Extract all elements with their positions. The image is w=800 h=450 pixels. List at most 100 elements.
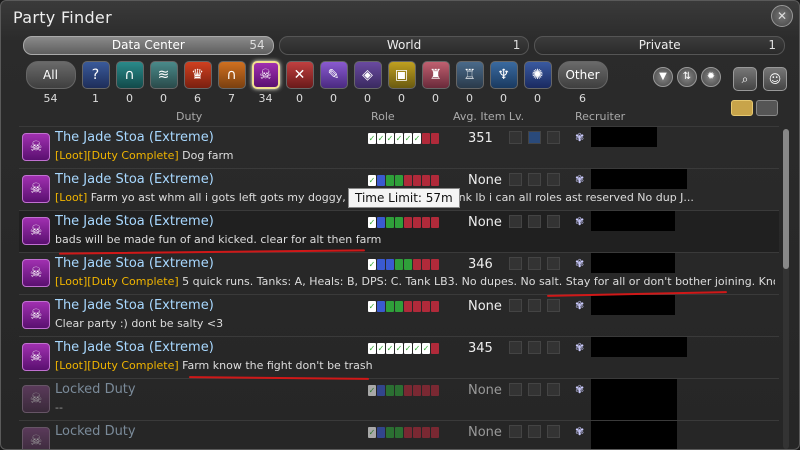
- tab-world[interactable]: World 1: [278, 36, 530, 55]
- tab-private[interactable]: Private 1: [534, 36, 786, 55]
- column-headers: Duty Role Avg. Item Lv. Recruiter: [1, 110, 799, 124]
- listing-row[interactable]: ☠ The Jade Stoa (Extreme) [Loot][Duty Co…: [19, 252, 779, 294]
- role-slot-filled: ✓: [386, 343, 394, 354]
- status-box: [509, 257, 522, 270]
- role-slot-healer: [395, 385, 403, 396]
- role-slot-dps: [404, 175, 412, 186]
- category-count: 6: [194, 92, 201, 105]
- redacted-recruiter: [591, 253, 675, 273]
- category-raids[interactable]: ♛ 6: [181, 61, 214, 105]
- status-box: [509, 173, 522, 186]
- category-guildhests[interactable]: ≋ 0: [147, 61, 180, 105]
- category-count: 0: [500, 92, 507, 105]
- role-slot-filled: ✓: [368, 343, 376, 354]
- trial-icon: ☠: [22, 217, 50, 245]
- status-box: [509, 341, 522, 354]
- role-slot-filled: ✓: [368, 133, 376, 144]
- gem-icon: ◈: [353, 61, 382, 89]
- world-flag-icon: ✾: [575, 341, 585, 354]
- crossed-swords-icon: ✕: [285, 61, 314, 89]
- category-pvp[interactable]: ✕ 0: [283, 61, 316, 105]
- category-dungeons[interactable]: ∩ 0: [113, 61, 146, 105]
- listing-row[interactable]: ☠ Locked Duty -- ✓ None ✾: [19, 378, 779, 421]
- treasure-icon: ▣: [387, 61, 416, 89]
- category-count: 0: [466, 92, 473, 105]
- role-slot-dps: [404, 385, 412, 396]
- source-tabs: Data Center 54 World 1 Private 1: [23, 36, 786, 55]
- scroll-icon: ≋: [149, 61, 178, 89]
- title-bar[interactable]: Party Finder: [1, 1, 799, 33]
- category-quests[interactable]: ✎ 0: [317, 61, 350, 105]
- category-gathering[interactable]: ♜ 0: [419, 61, 452, 105]
- sort-icon[interactable]: ⇅: [677, 67, 697, 87]
- role-slot-healer: [386, 301, 394, 312]
- category-treasure-hunt[interactable]: ▣ 0: [385, 61, 418, 105]
- category-high-end[interactable]: ∩ 7: [215, 61, 248, 105]
- role-slots: ✓: [368, 385, 439, 396]
- role-slots: ✓: [368, 427, 439, 438]
- category-roulette[interactable]: ? 1: [79, 61, 112, 105]
- trial-icon: ☠: [22, 343, 50, 371]
- role-slot-dps: [431, 133, 439, 144]
- scrollbar-thumb[interactable]: [783, 129, 789, 269]
- category-all[interactable]: All 54: [23, 61, 78, 105]
- duty-name: The Jade Stoa (Extreme): [55, 298, 214, 313]
- category-count: 0: [126, 92, 133, 105]
- settings-icon[interactable]: ✹: [701, 67, 721, 87]
- role-slot-dps: [422, 133, 430, 144]
- role-slot-dps: [413, 175, 421, 186]
- world-flag-icon: ✾: [575, 131, 585, 144]
- redacted-recruiter: [591, 421, 677, 449]
- listing-row[interactable]: ☠ Locked Duty ✓ None ✾: [19, 420, 779, 449]
- search-icon[interactable]: ⌕: [733, 67, 757, 91]
- listing-row[interactable]: ☠ The Jade Stoa (Extreme) [Loot][Duty Co…: [19, 336, 779, 378]
- redacted-recruiter: [591, 169, 687, 189]
- role-slot-dps: [413, 385, 421, 396]
- role-slot-dps: [431, 385, 439, 396]
- helmet-icon: ♛: [183, 61, 212, 89]
- world-flag-icon: ✾: [575, 257, 585, 270]
- role-slot-healer: [395, 217, 403, 228]
- category-v-and-c[interactable]: ✺ 0: [521, 61, 554, 105]
- duty-name: The Jade Stoa (Extreme): [55, 256, 214, 271]
- role-slot-healer: [395, 427, 403, 438]
- role-slot-dps: [431, 343, 439, 354]
- category-trials[interactable]: ☠ 34: [249, 61, 282, 105]
- item-level: 351: [468, 131, 493, 146]
- world-flag-icon: ✾: [575, 383, 585, 396]
- listing-row[interactable]: ☠ The Jade Stoa (Extreme) Clear party :)…: [19, 294, 779, 336]
- status-box: [509, 131, 522, 144]
- filter-icon[interactable]: ▼: [653, 67, 673, 87]
- role-slot-dps: [431, 217, 439, 228]
- scrollbar[interactable]: [783, 129, 789, 449]
- role-slot-dps: [422, 427, 430, 438]
- item-level: None: [468, 299, 502, 314]
- listing-row[interactable]: ☠ The Jade Stoa (Extreme) [Loot][Duty Co…: [19, 126, 779, 168]
- category-field-ops[interactable]: ♆ 0: [487, 61, 520, 105]
- redacted-recruiter: [591, 127, 657, 147]
- close-icon[interactable]: ✕: [771, 5, 793, 27]
- category-deep-dungeons[interactable]: ♖ 0: [453, 61, 486, 105]
- status-box: [528, 257, 541, 270]
- status-box: [528, 425, 541, 438]
- recruit-icon[interactable]: ☺: [763, 67, 787, 91]
- category-count: 0: [432, 92, 439, 105]
- redacted-recruiter: [591, 211, 675, 231]
- role-slot-filled: ✓: [368, 175, 376, 186]
- role-slots: ✓ ✓ ✓ ✓ ✓ ✓: [368, 133, 439, 144]
- comment-text: Clear party :) dont be salty <3: [55, 317, 224, 330]
- status-box: [547, 383, 560, 396]
- item-level: None: [468, 215, 502, 230]
- tab-data-center[interactable]: Data Center 54: [23, 36, 274, 55]
- category-other[interactable]: Other 6: [555, 61, 610, 105]
- listing-row[interactable]: ☠ The Jade Stoa (Extreme) bads will be m…: [19, 210, 779, 252]
- tab-count: 54: [249, 38, 265, 52]
- role-slot-healer: [395, 259, 403, 270]
- category-fates[interactable]: ◈ 0: [351, 61, 384, 105]
- role-slot-tank: [386, 259, 394, 270]
- category-count: 0: [364, 92, 371, 105]
- tab-label: Data Center: [111, 38, 185, 52]
- status-box: [547, 257, 560, 270]
- duty-name: The Jade Stoa (Extreme): [55, 214, 214, 229]
- comment-text: Dog farm: [178, 149, 234, 162]
